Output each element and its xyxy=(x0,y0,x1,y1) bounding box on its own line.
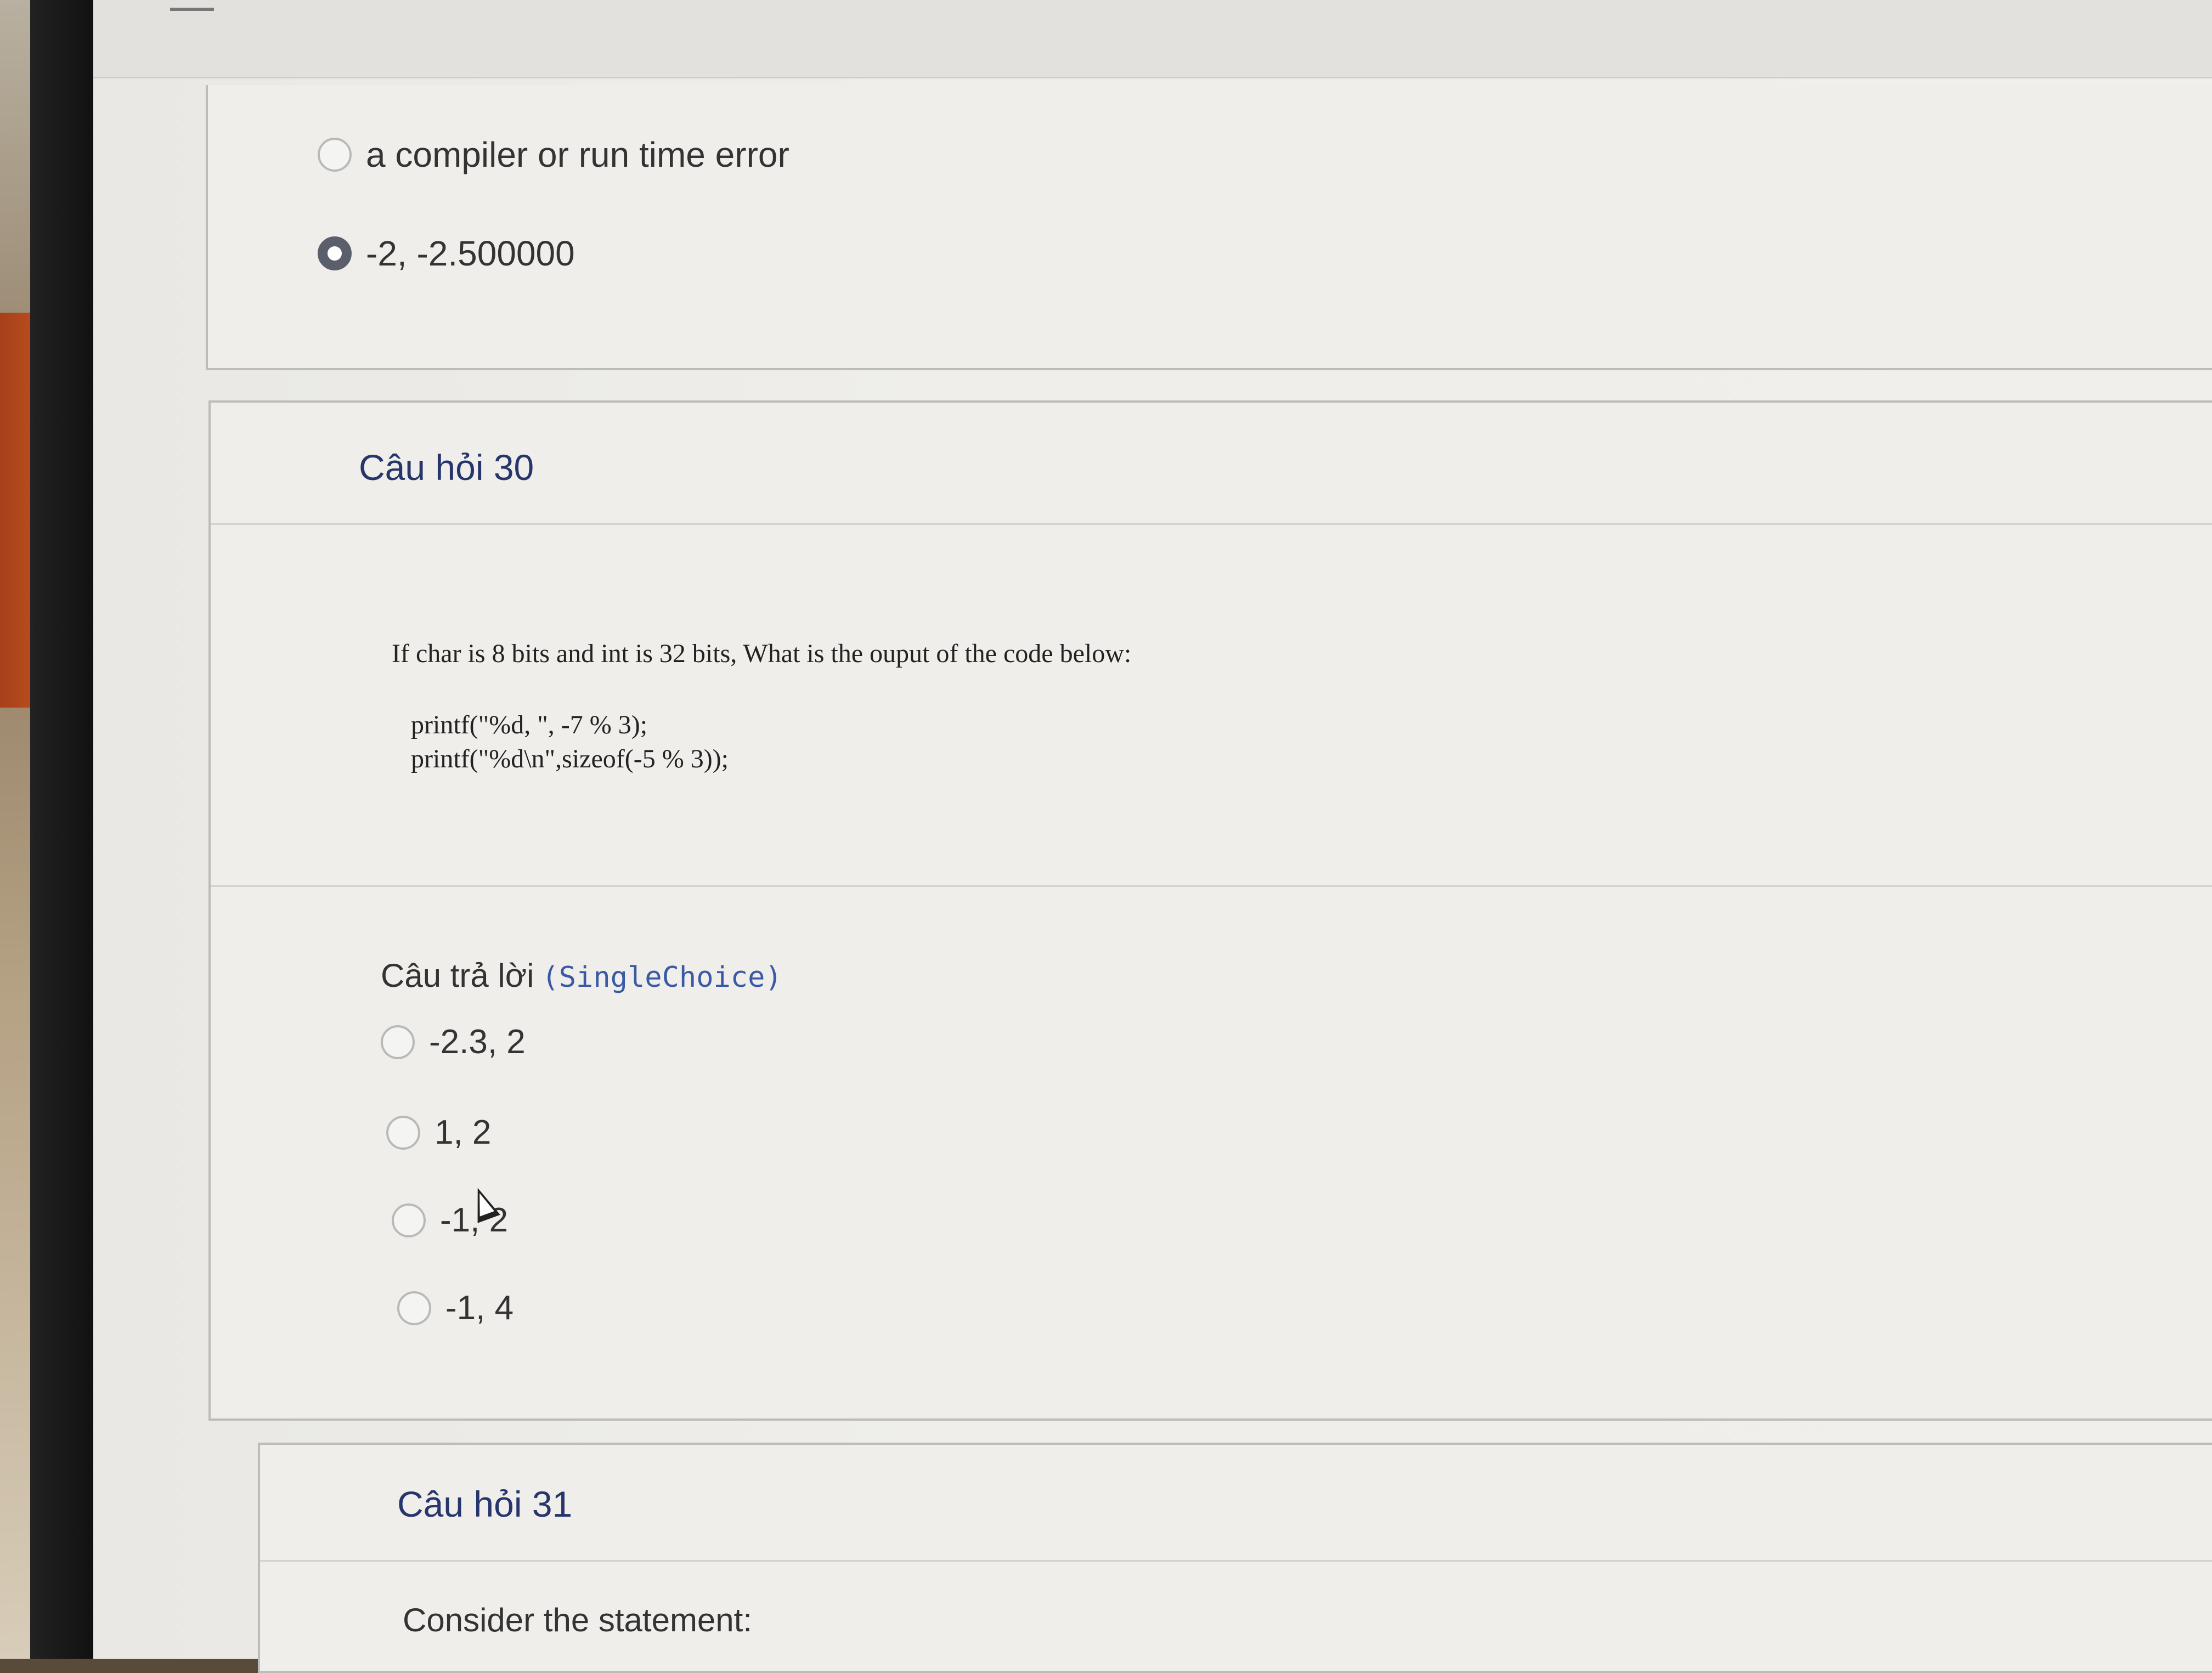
option-label: -2.3, 2 xyxy=(429,1023,526,1061)
screen: a compiler or run time error -2, -2.5000… xyxy=(93,0,2212,1673)
answer-option[interactable]: a compiler or run time error xyxy=(318,134,789,175)
code-line: printf("%d\n",sizeof(-5 % 3)); xyxy=(411,744,729,773)
option-label: -2, -2.500000 xyxy=(366,234,575,273)
answer-option[interactable]: 1, 2 xyxy=(386,1113,491,1152)
top-strip xyxy=(93,0,2212,78)
radio-button[interactable] xyxy=(318,138,352,172)
answer-label-row: Câu trả lời (SingleChoice) xyxy=(381,957,782,994)
question-prompt: Consider the statement: xyxy=(403,1602,753,1638)
question-card-previous: a compiler or run time error -2, -2.5000… xyxy=(206,85,2212,370)
radio-button[interactable] xyxy=(381,1025,415,1059)
option-label: a compiler or run time error xyxy=(366,135,789,174)
answer-label: Câu trả lời xyxy=(381,957,534,994)
answer-type: (SingleChoice) xyxy=(541,961,782,994)
header-divider xyxy=(260,1560,2212,1562)
answer-option[interactable]: -1, 4 xyxy=(397,1288,514,1327)
header-divider xyxy=(211,523,2212,525)
answer-option[interactable]: -2.3, 2 xyxy=(381,1022,526,1061)
menu-dash-icon xyxy=(170,8,214,11)
question-prompt: If char is 8 bits and int is 32 bits, Wh… xyxy=(392,639,1132,668)
radio-button[interactable] xyxy=(392,1203,426,1237)
radio-button[interactable] xyxy=(386,1115,420,1150)
code-line: printf("%d, ", -7 % 3); xyxy=(411,710,648,739)
option-label: -1, 4 xyxy=(445,1289,514,1327)
question-card-31: Câu hỏi 31 Consider the statement: xyxy=(258,1443,2212,1673)
answer-option-selected[interactable]: -2, -2.500000 xyxy=(318,233,575,274)
section-divider xyxy=(211,885,2212,887)
question-title: Câu hỏi 30 xyxy=(359,447,534,488)
radio-button[interactable] xyxy=(397,1291,431,1325)
radio-button-checked[interactable] xyxy=(318,236,352,270)
question-card-30: Câu hỏi 30 If char is 8 bits and int is … xyxy=(208,400,2212,1421)
option-label: 1, 2 xyxy=(435,1114,492,1151)
question-title: Câu hỏi 31 xyxy=(397,1484,573,1524)
